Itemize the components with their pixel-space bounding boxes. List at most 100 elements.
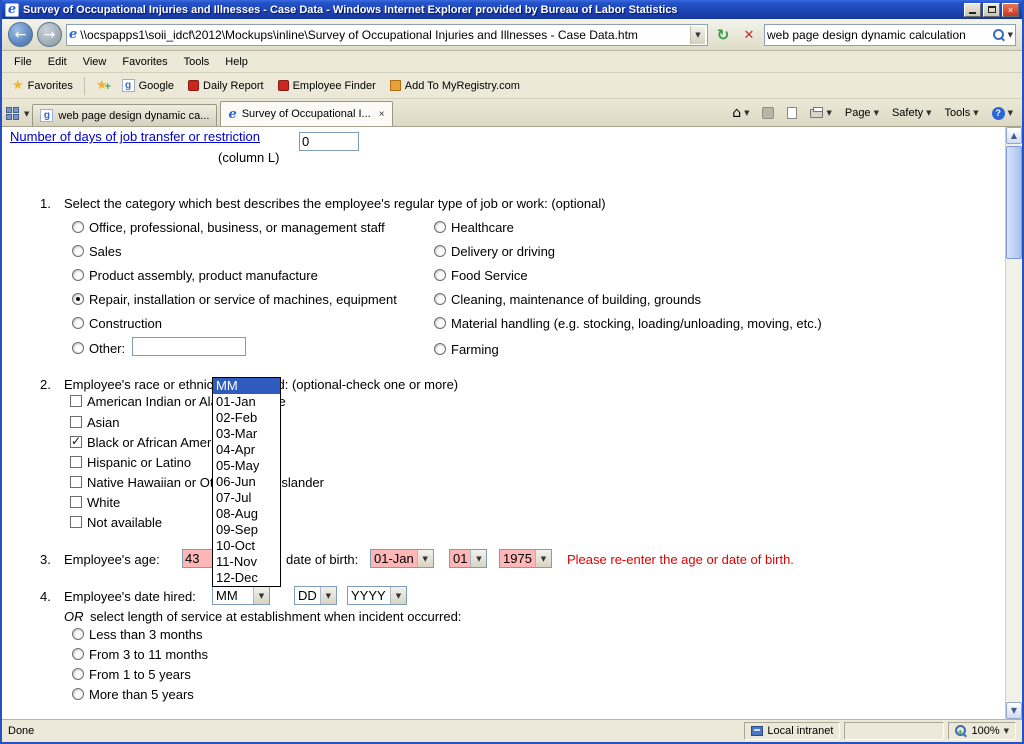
checkbox-checked-icon[interactable]: [70, 436, 82, 448]
q4-option-3-11-months[interactable]: From 3 to 11 months: [72, 646, 208, 662]
checkbox-icon[interactable]: [70, 456, 82, 468]
dropdown-option[interactable]: 06-Jun: [213, 474, 280, 490]
address-dropdown-icon[interactable]: ▼: [690, 26, 705, 44]
q2-option-hawaiian[interactable]: Native Hawaiian or Other Pacific Islande…: [70, 474, 324, 490]
radio-icon[interactable]: [434, 245, 446, 257]
q1-option-material-handling[interactable]: Material handling (e.g. stocking, loadin…: [434, 315, 822, 331]
zoom-dropdown-icon[interactable]: ▼: [1004, 727, 1009, 735]
checkbox-icon[interactable]: [70, 416, 82, 428]
refresh-button[interactable]: ↻: [712, 24, 734, 46]
q2-option-not-available[interactable]: Not available: [70, 514, 162, 530]
search-box[interactable]: ▼: [764, 24, 1016, 46]
add-favorite-button[interactable]: ★: [90, 77, 114, 94]
forward-button[interactable]: →: [37, 22, 62, 47]
dropdown-arrow-icon[interactable]: ▼: [417, 550, 433, 567]
radio-selected-icon[interactable]: [72, 293, 84, 305]
q1-option-product-assembly[interactable]: Product assembly, product manufacture: [72, 267, 318, 283]
radio-icon[interactable]: [72, 245, 84, 257]
q1-option-office[interactable]: Office, professional, business, or manag…: [72, 219, 385, 235]
radio-icon[interactable]: [72, 668, 84, 680]
transfer-days-link[interactable]: Number of days of job transfer or restri…: [10, 129, 260, 144]
q1-option-cleaning[interactable]: Cleaning, maintenance of building, groun…: [434, 291, 701, 307]
address-bar[interactable]: e ▼: [66, 24, 708, 46]
read-mail-button[interactable]: [782, 102, 802, 124]
dropdown-option[interactable]: 08-Aug: [213, 506, 280, 522]
tab-close-icon[interactable]: ×: [379, 109, 385, 120]
favorite-item-myregistry[interactable]: Add To MyRegistry.com: [384, 77, 526, 95]
radio-icon[interactable]: [72, 221, 84, 233]
scroll-down-icon[interactable]: ▼: [1006, 702, 1022, 719]
radio-icon[interactable]: [434, 269, 446, 281]
radio-icon[interactable]: [434, 343, 446, 355]
q1-option-healthcare[interactable]: Healthcare: [434, 219, 514, 235]
dob-day-select[interactable]: 01 ▼: [449, 549, 487, 568]
dropdown-option[interactable]: 04-Apr: [213, 442, 280, 458]
tools-menu-button[interactable]: Tools▼: [940, 102, 984, 124]
hired-month-select[interactable]: MM ▼: [212, 586, 270, 605]
feeds-button[interactable]: [757, 102, 779, 124]
radio-icon[interactable]: [72, 648, 84, 660]
q1-option-other[interactable]: Other:: [72, 340, 125, 356]
home-button[interactable]: ⌂▼: [727, 102, 754, 124]
search-dropdown-icon[interactable]: ▼: [1008, 31, 1013, 39]
dropdown-arrow-icon[interactable]: ▼: [253, 587, 269, 604]
q1-option-delivery[interactable]: Delivery or driving: [434, 243, 555, 259]
radio-icon[interactable]: [434, 317, 446, 329]
checkbox-icon[interactable]: [70, 476, 82, 488]
zoom-control[interactable]: 100% ▼: [948, 722, 1016, 740]
dob-year-select[interactable]: 1975 ▼: [499, 549, 552, 568]
q1-option-food-service[interactable]: Food Service: [434, 267, 528, 283]
dropdown-option[interactable]: 12-Dec: [213, 570, 280, 586]
safety-menu-button[interactable]: Safety▼: [887, 102, 937, 124]
tab-background[interactable]: web page design dynamic ca...: [32, 104, 217, 126]
checkbox-icon[interactable]: [70, 496, 82, 508]
scrollbar-thumb[interactable]: [1006, 146, 1022, 259]
q1-option-sales[interactable]: Sales: [72, 243, 122, 259]
tab-survey-active[interactable]: e Survey of Occupational I... ×: [220, 101, 392, 126]
q2-option-white[interactable]: White: [70, 494, 120, 510]
dropdown-option[interactable]: 01-Jan: [213, 394, 280, 410]
search-input[interactable]: [767, 26, 990, 44]
dropdown-arrow-icon[interactable]: ▼: [390, 587, 406, 604]
menu-edit[interactable]: Edit: [40, 53, 75, 71]
minimize-button[interactable]: [964, 3, 981, 17]
checkbox-icon[interactable]: [70, 395, 82, 407]
radio-icon[interactable]: [72, 317, 84, 329]
dropdown-option[interactable]: 03-Mar: [213, 426, 280, 442]
radio-icon[interactable]: [434, 293, 446, 305]
radio-icon[interactable]: [434, 221, 446, 233]
q1-option-construction[interactable]: Construction: [72, 315, 162, 331]
favorite-item-daily-report[interactable]: Daily Report: [182, 77, 270, 95]
dropdown-option[interactable]: 05-May: [213, 458, 280, 474]
menu-file[interactable]: File: [6, 53, 40, 71]
q4-option-less-3-months[interactable]: Less than 3 months: [72, 626, 202, 642]
stop-button[interactable]: ✕: [738, 24, 760, 46]
menu-favorites[interactable]: Favorites: [114, 53, 175, 71]
dropdown-arrow-icon[interactable]: ▼: [320, 587, 336, 604]
menu-view[interactable]: View: [75, 53, 115, 71]
maximize-button[interactable]: [983, 3, 1000, 17]
q4-option-1-5-years[interactable]: From 1 to 5 years: [72, 666, 191, 682]
q1-option-farming[interactable]: Farming: [434, 341, 499, 357]
q1-other-input[interactable]: [132, 337, 246, 356]
dropdown-option[interactable]: 02-Feb: [213, 410, 280, 426]
dropdown-arrow-icon[interactable]: ▼: [470, 550, 486, 567]
q2-option-black[interactable]: Black or African American: [70, 434, 235, 450]
back-button[interactable]: ←: [8, 22, 33, 47]
q4-option-more-5-years[interactable]: More than 5 years: [72, 686, 194, 702]
radio-icon[interactable]: [72, 269, 84, 281]
radio-icon[interactable]: [72, 342, 84, 354]
favorites-button[interactable]: ★ Favorites: [6, 77, 79, 95]
dropdown-arrow-icon[interactable]: ▼: [535, 550, 551, 567]
dropdown-option[interactable]: 11-Nov: [213, 554, 280, 570]
scroll-up-icon[interactable]: ▲: [1006, 127, 1022, 144]
close-button[interactable]: ×: [1002, 3, 1019, 17]
page-menu-button[interactable]: Page▼: [840, 102, 884, 124]
help-menu-button[interactable]: ▼: [987, 102, 1018, 124]
transfer-days-input[interactable]: [299, 132, 359, 151]
menu-tools[interactable]: Tools: [176, 53, 218, 71]
dob-month-select[interactable]: 01-Jan ▼: [370, 549, 434, 568]
quick-tabs-icon[interactable]: [6, 107, 21, 120]
address-input[interactable]: [80, 26, 687, 44]
dropdown-option[interactable]: MM: [213, 378, 280, 394]
